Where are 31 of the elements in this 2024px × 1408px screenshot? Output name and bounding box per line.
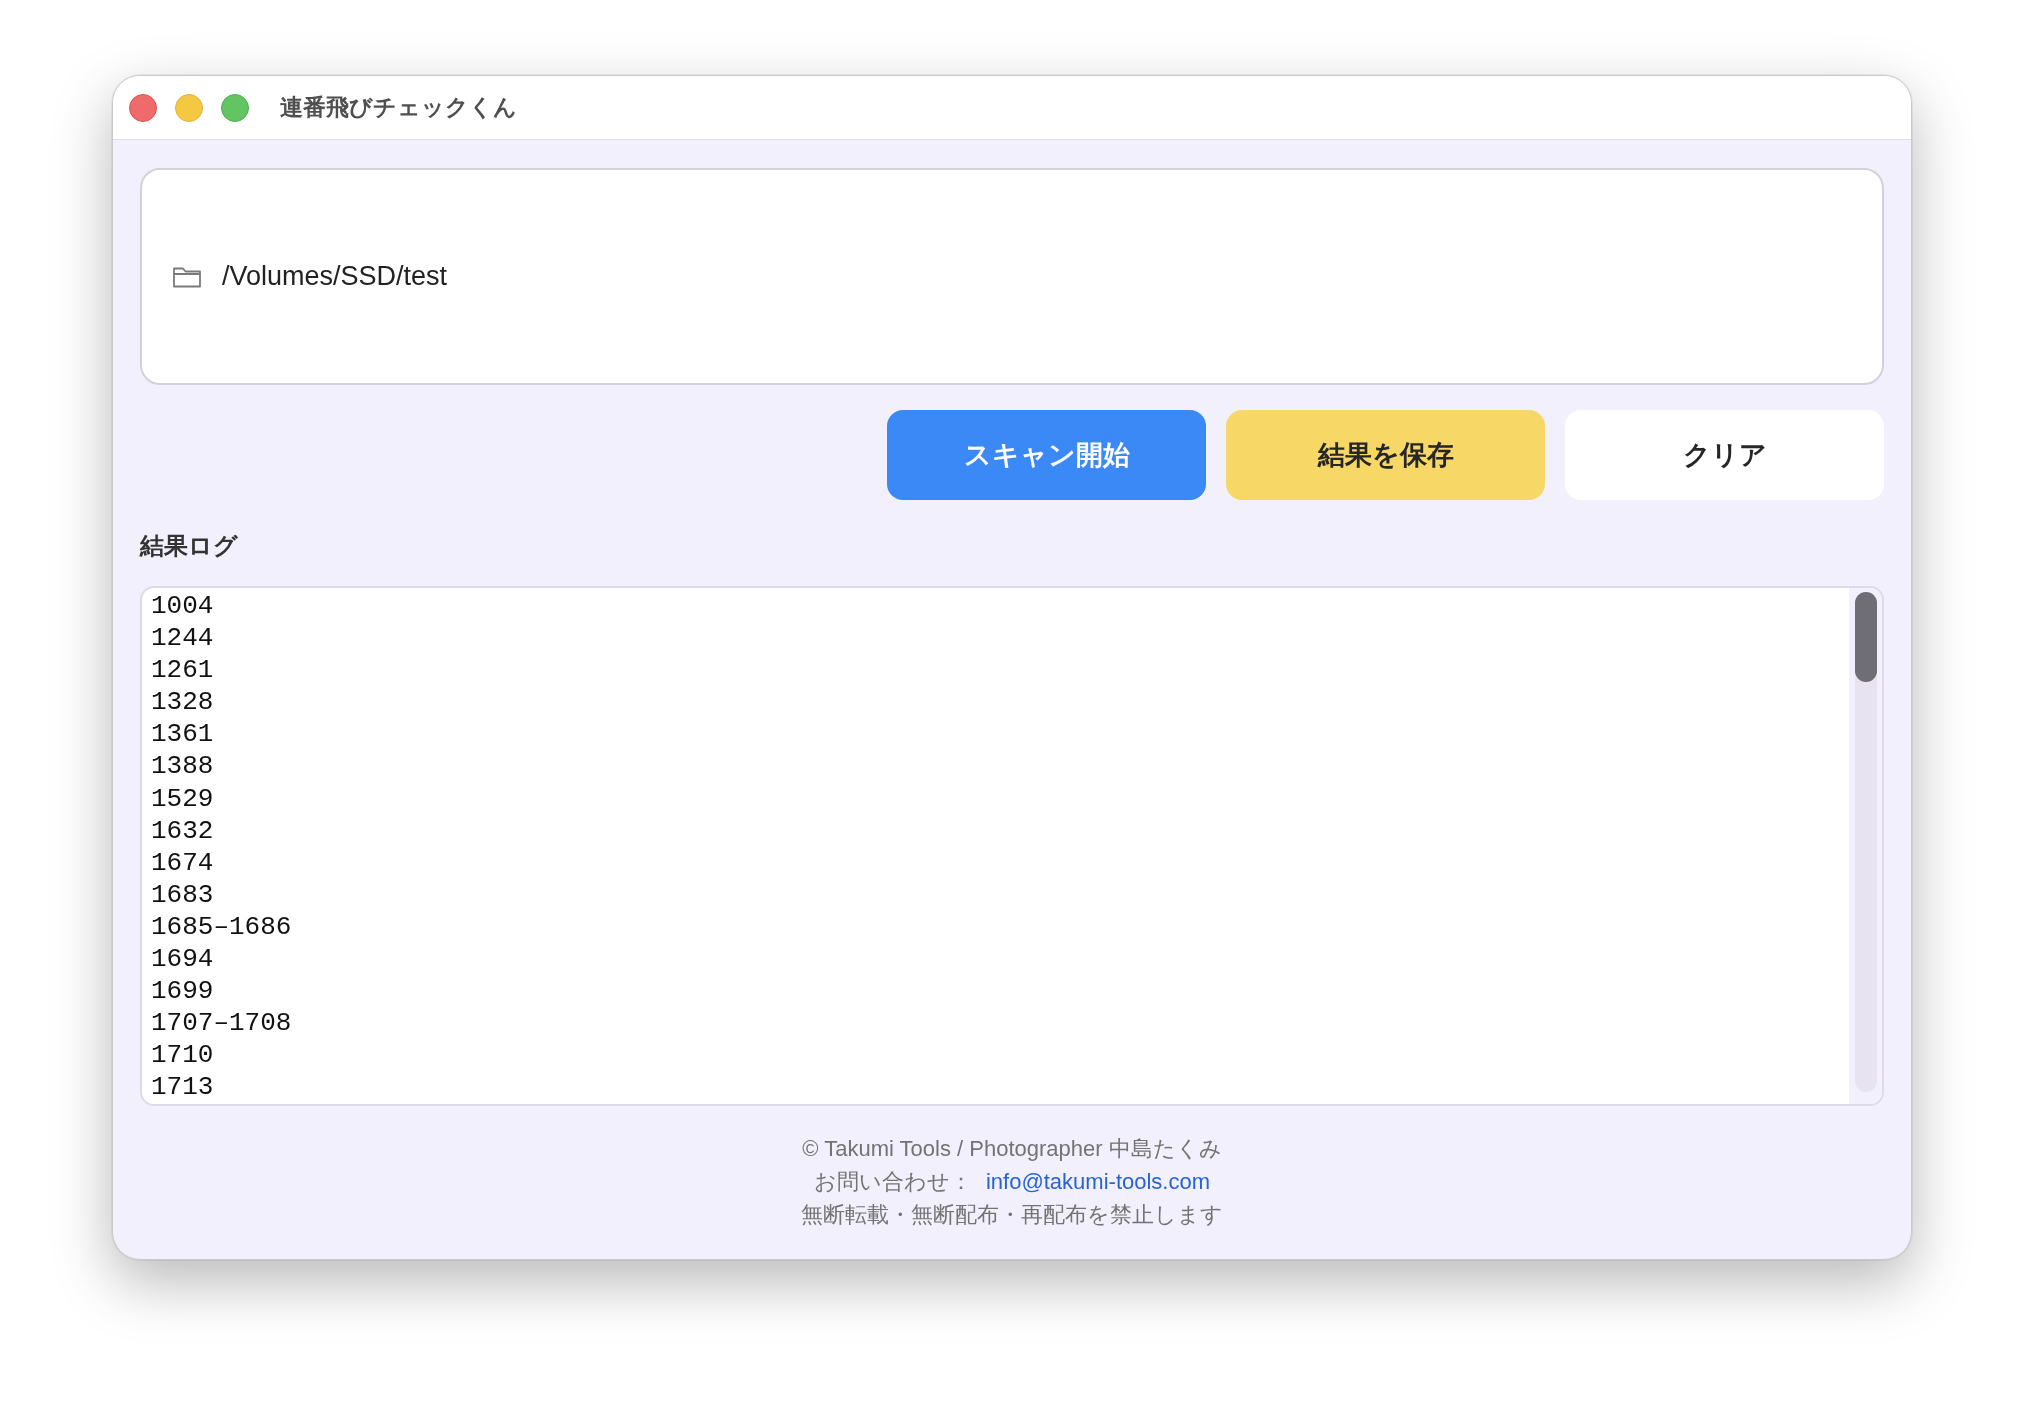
log-line: 1244: [151, 622, 214, 655]
log-line: 1261: [151, 654, 214, 687]
log-line: 1529: [151, 782, 214, 815]
log-line: 1388: [151, 750, 214, 783]
zoom-icon[interactable]: [221, 93, 249, 122]
action-button[interactable]: 結果を保存: [1226, 410, 1545, 500]
notice-text: 無断転載・無断配布・再配布を禁止します: [801, 1201, 1223, 1229]
log-line: 1713: [151, 1071, 214, 1104]
minimize-icon[interactable]: [175, 93, 203, 122]
action-button[interactable]: クリア: [1565, 410, 1884, 500]
folder-path-field[interactable]: /Volumes/SSD/test: [140, 168, 1884, 385]
window-title: 連番飛びチェックくん: [280, 93, 517, 122]
log-line: 1685–1686: [151, 910, 292, 944]
scrollbar-thumb[interactable]: [1854, 592, 1877, 682]
log-line: 1710: [151, 1039, 214, 1072]
copyright-text: © Takumi Tools / Photographer 中島たくみ: [802, 1135, 1222, 1163]
contact-label: お問い合わせ：: [813, 1168, 972, 1196]
log-heading: 結果ログ: [140, 531, 238, 561]
folder-icon: [172, 265, 202, 288]
log-line: 1699: [151, 975, 214, 1008]
log-line: 1328: [151, 686, 214, 719]
log-line: 1707–1708: [151, 1007, 292, 1040]
log-line: 1674: [151, 846, 214, 879]
log-line: 1632: [151, 814, 214, 847]
close-icon[interactable]: [129, 93, 157, 122]
email-link[interactable]: info@takumi-tools.com: [985, 1165, 1211, 1198]
log-area[interactable]: 1004 1244 1261 1328 1361 1388 1529 1632 1674 1683 1685–1686 1694 1699 1707–1708 1710 1713: [140, 586, 1884, 1106]
log-line: 1361: [151, 718, 214, 751]
log-line: 1004: [151, 590, 214, 623]
log-line: 1694: [151, 943, 214, 976]
log-line: 1683: [151, 878, 214, 911]
